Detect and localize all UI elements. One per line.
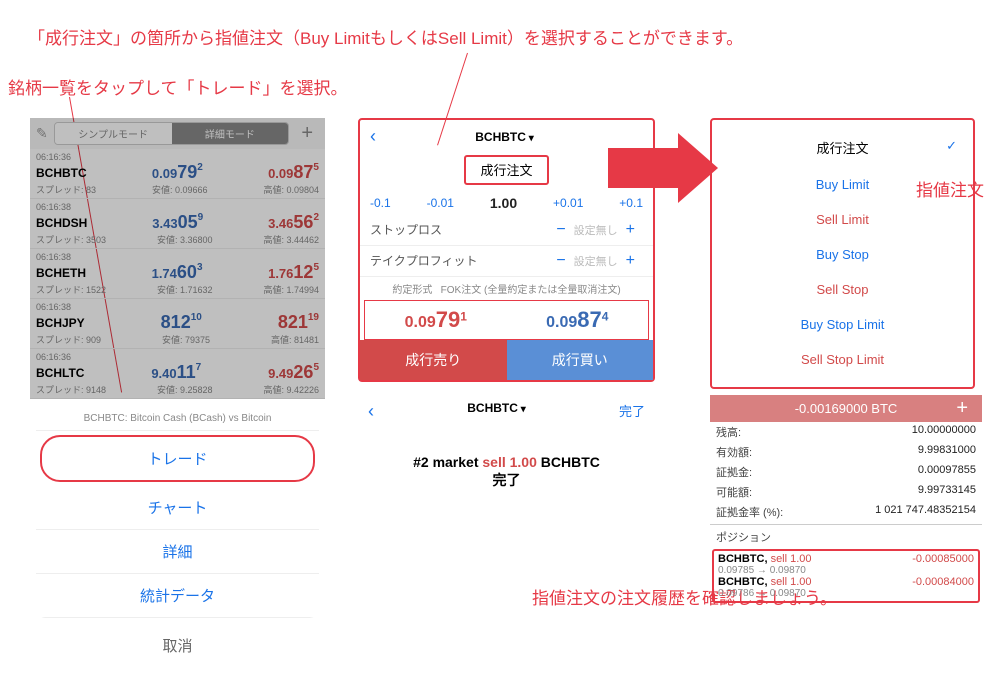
symbol-row[interactable]: 06:16:36 BCHBTC 0.09792 0.09875 スプレッド: 8… [30,149,325,199]
position-row[interactable]: BCHBTC, sell 1.00-0.000850000.09785 → 0.… [718,553,974,576]
done-link[interactable]: 完了 [619,401,645,422]
result-symbol: BCHBTC [467,401,525,422]
annotation-side: 指値注文 [916,176,984,201]
symbol-list-screen: ✎ シンプルモード 詳細モード + 06:16:36 BCHBTC 0.0979… [30,118,325,673]
symbol-list[interactable]: 06:16:36 BCHBTC 0.09792 0.09875 スプレッド: 8… [30,149,325,399]
market-buy-button[interactable]: 成行買い [507,340,654,380]
back-icon[interactable]: ‹ [368,401,374,422]
volume-value[interactable]: 1.00 [490,195,517,211]
vol-inc-0.01[interactable]: +0.01 [553,196,583,210]
sheet-stats[interactable]: 統計データ [36,574,319,618]
edit-icon[interactable]: ✎ [36,125,48,142]
account-pnl-header: -0.00169000 BTC+ [710,395,982,422]
sl-minus[interactable]: − [548,221,573,238]
market-sell-button[interactable]: 成行売り [360,340,507,380]
otype-sell-stop-limit[interactable]: Sell Stop Limit [712,342,973,377]
back-icon[interactable]: ‹ [370,126,376,147]
action-sheet: BCHBTC: Bitcoin Cash (BCash) vs Bitcoin … [36,405,319,618]
sell-price: 0.09791 [365,301,507,339]
mode-toggle[interactable]: シンプルモード 詳細モード [54,122,290,145]
otype-buy-stop[interactable]: Buy Stop [712,237,973,272]
sheet-trade[interactable]: トレード [40,435,315,482]
sl-value: 設定無し [574,225,618,237]
balance-label: 残高: [716,424,741,440]
order-type-selector[interactable]: 成行注文 [464,155,548,185]
margin-label: 証拠金: [716,464,752,480]
symbol-row[interactable]: 06:16:38 BCHETH 1.74603 1.76125 スプレッド: 1… [30,249,325,299]
positions-header: ポジション [716,529,771,545]
tp-label: テイクプロフィット [370,252,478,270]
equity-value: 9.99831000 [918,444,976,460]
otype-market[interactable]: 成行注文 [712,128,973,167]
takeprofit-row: テイクプロフィット −設定無し+ [360,246,653,277]
tp-value: 設定無し [574,256,618,268]
vol-dec-0.01[interactable]: -0.01 [427,196,454,210]
new-order-icon[interactable]: + [950,397,974,420]
tp-plus[interactable]: + [618,252,643,269]
marginlevel-label: 証拠金率 (%): [716,504,783,520]
sheet-detail[interactable]: 詳細 [36,530,319,574]
order-result-panel: ‹ BCHBTC 完了 #2 market sell 1.00 BCHBTC 完… [358,395,655,516]
price-row: 0.09791 0.09874 [364,300,649,340]
simple-mode-btn[interactable]: シンプルモード [55,123,172,144]
otype-sell-stop[interactable]: Sell Stop [712,272,973,307]
annotation-top-1: 「成行注文」の箇所から指値注文（Buy LimitもしくはSell Limit）… [28,24,743,49]
sheet-cancel[interactable]: 取消 [36,624,319,667]
margin-value: 0.00097855 [918,464,976,480]
otype-buy-stop-limit[interactable]: Buy Stop Limit [712,307,973,342]
detail-mode-btn[interactable]: 詳細モード [172,123,289,144]
result-text: #2 market sell 1.00 BCHBTC 完了 [358,428,655,516]
otype-sell-limit[interactable]: Sell Limit [712,202,973,237]
symbol-row[interactable]: 06:16:38 BCHJPY 81210 82119 スプレッド: 909安値… [30,299,325,349]
sl-plus[interactable]: + [618,221,643,238]
sl-label: ストップロス [370,221,442,239]
order-symbol[interactable]: BCHBTC [475,130,533,144]
annotation-top-2: 銘柄一覧をタップして「トレード」を選択。 [8,74,348,99]
tp-minus[interactable]: − [548,252,573,269]
sheet-title: BCHBTC: Bitcoin Cash (BCash) vs Bitcoin [36,405,319,431]
buy-price: 0.09874 [507,301,649,339]
position-row[interactable]: BCHBTC, sell 1.00-0.000840000.09786 → 0.… [718,576,974,599]
sheet-chart[interactable]: チャート [36,486,319,530]
add-symbol-icon[interactable]: + [295,122,319,145]
freemargin-value: 9.99733145 [918,484,976,500]
balance-value: 10.00000000 [912,424,976,440]
order-type-menu: 成行注文 Buy Limit Sell Limit Buy Stop Sell … [710,118,975,389]
symbol-row[interactable]: 06:16:36 BCHLTC 9.40117 9.49265 スプレッド: 9… [30,349,325,399]
vol-dec-0.1[interactable]: -0.1 [370,196,391,210]
freemargin-label: 可能額: [716,484,752,500]
fill-policy: 約定形式 FOK注文 (全量約定または全量取消注文) [360,277,653,300]
marginlevel-value: 1 021 747.48352154 [875,504,976,520]
symbol-row[interactable]: 06:16:38 BCHDSH 3.43059 3.46562 スプレッド: 3… [30,199,325,249]
stoploss-row: ストップロス −設定無し+ [360,215,653,246]
vol-inc-0.1[interactable]: +0.1 [619,196,643,210]
trade-account-panel: -0.00169000 BTC+ 残高: 10.00000000 有効額: 9.99… [710,395,982,605]
positions-highlight: BCHBTC, sell 1.00-0.000850000.09785 → 0.… [712,549,980,603]
equity-label: 有効額: [716,444,752,460]
